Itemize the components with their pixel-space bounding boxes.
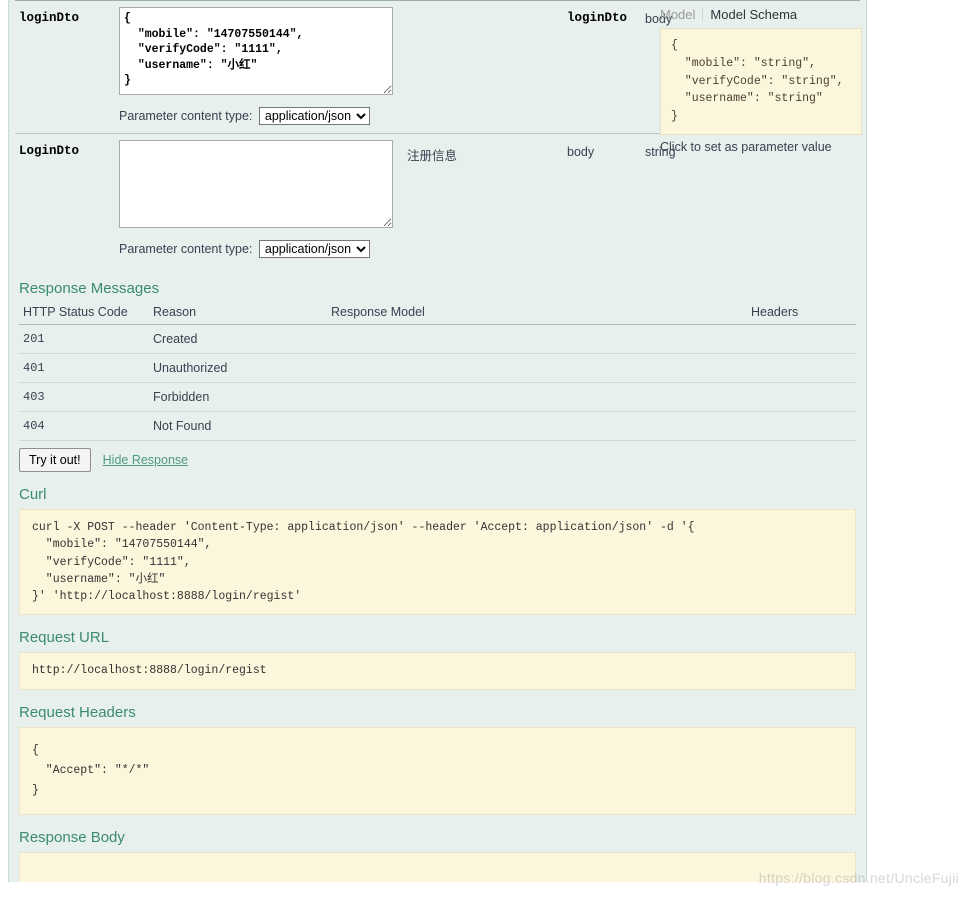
parameter-value-cell: Parameter content type: application/json (115, 133, 403, 266)
parameter-value-input[interactable] (119, 140, 393, 228)
parameter-content-type-label: Parameter content type: (119, 109, 253, 123)
status-code-cell: 401 (19, 353, 149, 383)
tab-model[interactable]: Model (660, 7, 702, 22)
request-url-block[interactable]: http://localhost:8888/login/regist (19, 652, 856, 690)
parameter-name-cell: LoginDto (15, 133, 115, 266)
parameter-content-type-label: Parameter content type: (119, 242, 253, 256)
table-row: 403 Forbidden (19, 382, 856, 412)
column-header-response-model: Response Model (327, 303, 747, 325)
reason-cell: Unauthorized (149, 353, 327, 383)
parameter-name: LoginDto (19, 144, 80, 158)
parameter-name: loginDto (19, 11, 80, 25)
status-code-cell: 403 (19, 382, 149, 412)
parameter-paramtype: body (567, 145, 595, 159)
parameter-description-cell (403, 0, 563, 134)
reason-cell: Created (149, 324, 327, 354)
headers-cell (747, 353, 856, 383)
request-url-title: Request URL (19, 629, 110, 647)
table-row: 401 Unauthorized (19, 353, 856, 383)
parameter-type-cell: loginDto (563, 0, 641, 134)
response-body-title: Response Body (19, 828, 125, 846)
action-row: Try it out! Hide Response (19, 448, 860, 472)
model-schema-tabs: Model Model Schema (660, 7, 866, 22)
parameter-description (407, 7, 559, 12)
status-code-cell: 404 (19, 411, 149, 441)
parameter-content-type-row: Parameter content type: application/json (119, 240, 399, 258)
table-header-row: HTTP Status Code Reason Response Model H… (19, 303, 856, 325)
curl-title: Curl (19, 486, 47, 503)
parameter-name-cell: loginDto (15, 0, 115, 134)
headers-cell (747, 324, 856, 354)
model-schema-code[interactable]: { "mobile": "string", "verifyCode": "str… (660, 28, 862, 136)
headers-cell (747, 382, 856, 412)
headers-cell (747, 411, 856, 441)
table-row: 404 Not Found (19, 411, 856, 441)
tab-model-schema[interactable]: Model Schema (710, 7, 804, 22)
parameter-value-cell: { "mobile": "14707550144", "verifyCode":… (115, 0, 403, 134)
model-schema-panel: Model Model Schema { "mobile": "string",… (660, 5, 866, 155)
parameter-value-input[interactable]: { "mobile": "14707550144", "verifyCode":… (119, 7, 393, 95)
parameter-description: 注册信息 (407, 149, 458, 163)
response-body-block[interactable]: { "msg": "验证码错误", "status": 500 } (19, 851, 856, 882)
column-header-status-code: HTTP Status Code (19, 303, 149, 325)
column-header-reason: Reason (149, 303, 327, 325)
response-messages-title: Response Messages (19, 280, 160, 297)
response-model-cell (327, 382, 747, 412)
parameter-content-type-select[interactable]: application/json (258, 107, 370, 125)
hide-response-link[interactable]: Hide Response (103, 453, 188, 467)
model-schema-hint: Click to set as parameter value (660, 140, 832, 155)
parameter-content-type-row: Parameter content type: application/json (119, 107, 399, 125)
parameter-description-cell: 注册信息 (403, 133, 563, 266)
parameter-content-type-select[interactable]: application/json (258, 240, 370, 258)
operation-panel: loginDto { "mobile": "14707550144", "ver… (8, 0, 867, 882)
try-it-out-button[interactable]: Try it out! (19, 448, 91, 472)
response-model-cell (327, 353, 747, 383)
response-messages-table: HTTP Status Code Reason Response Model H… (19, 303, 856, 441)
status-code-cell: 201 (19, 324, 149, 354)
response-model-cell (327, 411, 747, 441)
parameter-datatype: loginDto (567, 11, 628, 25)
table-row: 201 Created (19, 324, 856, 354)
parameter-type-cell: body (563, 133, 641, 266)
column-header-headers: Headers (747, 303, 856, 325)
curl-code-block[interactable]: curl -X POST --header 'Content-Type: app… (19, 509, 856, 616)
reason-cell: Not Found (149, 411, 327, 441)
request-headers-title: Request Headers (19, 703, 136, 721)
reason-cell: Forbidden (149, 382, 327, 412)
request-headers-block[interactable]: { "Accept": "*/*" } (19, 726, 856, 815)
response-model-cell (327, 324, 747, 354)
tab-divider (702, 8, 704, 21)
